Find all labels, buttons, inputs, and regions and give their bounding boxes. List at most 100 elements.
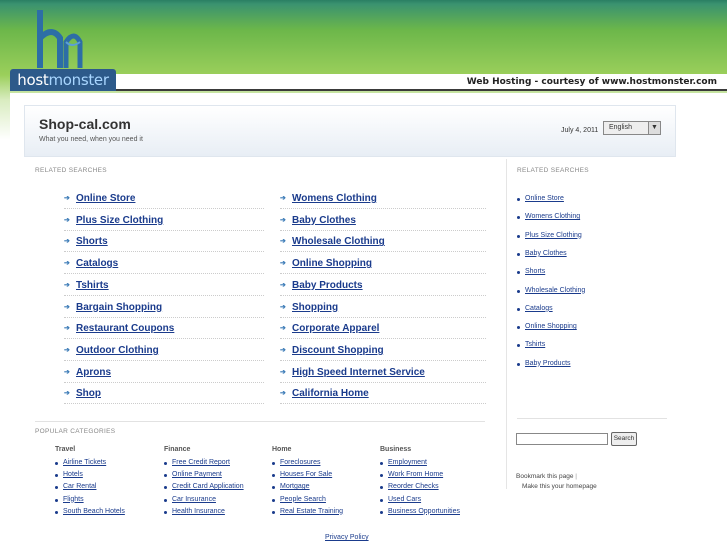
popular-link[interactable]: Airline Tickets <box>63 459 106 466</box>
site-date: July 4, 2011 <box>561 127 599 134</box>
sidebar-link[interactable]: Wholesale Clothing <box>525 287 585 294</box>
sidebar-link[interactable]: Tshirts <box>525 341 545 348</box>
site-tagline: What you need, when you need it <box>39 136 143 143</box>
courtesy-bar[interactable]: Web Hosting - courtesy of www.hostmonste… <box>116 74 727 91</box>
popular-link[interactable]: Employment <box>388 459 427 466</box>
arrow-right-icon: ➔ <box>64 281 70 289</box>
related-search-link[interactable]: ➔ Shop <box>64 384 264 405</box>
bookmark-label: Bookmark this page <box>516 473 574 480</box>
hostmonster-logo-text[interactable]: hostmonster <box>10 69 116 91</box>
related-search-link[interactable]: ➔ California Home <box>280 384 486 405</box>
popular-link[interactable]: Used Cars <box>388 496 421 503</box>
related-search-label: Tshirts <box>76 279 109 291</box>
arrow-right-icon: ➔ <box>280 260 286 268</box>
chevron-down-icon[interactable]: ▼ <box>648 122 660 134</box>
popular-link[interactable]: Real Estate Training <box>280 508 343 515</box>
bullet-icon <box>517 344 520 348</box>
arrow-right-icon: ➔ <box>64 216 70 224</box>
popular-link[interactable]: Online Payment <box>172 471 222 478</box>
bullet-icon <box>272 474 275 478</box>
popular-link[interactable]: South Beach Hotels <box>63 508 125 515</box>
search-button[interactable]: Search <box>611 432 637 446</box>
popular-link[interactable]: Foreclosures <box>280 459 320 466</box>
related-search-link[interactable]: ➔ Restaurant Coupons <box>64 319 264 340</box>
related-search-label: Restaurant Coupons <box>76 323 175 335</box>
page: Shop-cal.com What you need, when you nee… <box>10 93 727 545</box>
arrow-right-icon: ➔ <box>64 195 70 202</box>
popular-link[interactable]: Hotels <box>63 471 83 478</box>
language-select[interactable]: English ▼ <box>603 121 661 135</box>
related-search-link[interactable]: ➔ Bargain Shopping <box>64 298 264 318</box>
sidebar-link[interactable]: Baby Products <box>525 360 571 367</box>
bullet-icon <box>517 271 520 275</box>
arrow-right-icon: ➔ <box>64 260 70 268</box>
popular-link[interactable]: Business Opportunities <box>388 508 460 515</box>
related-search-link[interactable]: ➔ Baby Clothes <box>280 211 486 231</box>
arrow-right-icon: ➔ <box>280 216 286 224</box>
arrow-right-icon: ➔ <box>64 238 70 246</box>
bullet-icon <box>517 362 520 366</box>
privacy-policy-link[interactable]: Privacy Policy <box>325 534 369 541</box>
sidebar-link[interactable]: Catalogs <box>525 305 553 312</box>
bullet-icon <box>272 486 275 490</box>
arrow-right-icon: ➔ <box>280 195 286 202</box>
popular-link[interactable]: Free Credit Report <box>172 459 230 466</box>
sidebar-link[interactable]: Womens Clothing <box>525 213 580 220</box>
popular-link[interactable]: Work From Home <box>388 471 443 478</box>
bullet-icon <box>164 474 167 478</box>
bullet-icon <box>272 462 275 465</box>
related-search-link[interactable]: ➔ Corporate Apparel <box>280 319 486 340</box>
related-search-label: Discount Shopping <box>292 344 384 356</box>
arrow-right-icon: ➔ <box>64 325 70 333</box>
sidebar-link[interactable]: Plus Size Clothing <box>525 232 582 239</box>
related-search-link[interactable]: ➔ Catalogs <box>64 254 264 275</box>
popular-link[interactable]: Car Insurance <box>172 496 216 503</box>
related-search-link[interactable]: ➔ Shopping <box>280 298 486 318</box>
related-search-link[interactable]: ➔ Outdoor Clothing <box>64 341 264 361</box>
popular-link[interactable]: Credit Card Application <box>172 483 244 490</box>
sidebar-link[interactable]: Online Store <box>525 195 564 202</box>
sidebar-label: RELATED SEARCHES <box>517 167 589 174</box>
related-search-link[interactable]: ➔ Online Store <box>64 189 264 209</box>
popular-link[interactable]: Flights <box>63 496 84 503</box>
related-search-link[interactable]: ➔ Womens Clothing <box>280 189 486 209</box>
related-search-link[interactable]: ➔ High Speed Internet Service <box>280 363 486 383</box>
related-search-link[interactable]: ➔ Wholesale Clothing <box>280 232 486 253</box>
sidebar-link[interactable]: Shorts <box>525 268 545 275</box>
related-search-label: Wholesale Clothing <box>292 236 385 248</box>
arrow-right-icon: ➔ <box>280 238 286 246</box>
popular-link[interactable]: People Search <box>280 496 326 503</box>
popular-link[interactable]: Reorder Checks <box>388 483 439 490</box>
search-input[interactable] <box>516 433 608 445</box>
related-search-link[interactable]: ➔ Tshirts <box>64 276 264 296</box>
site-header: Shop-cal.com What you need, when you nee… <box>24 105 676 157</box>
sidebar-link[interactable]: Baby Clothes <box>525 250 567 257</box>
related-search-link[interactable]: ➔ Plus Size Clothing <box>64 211 264 231</box>
popular-link[interactable]: Car Rental <box>63 483 96 490</box>
divider <box>35 421 485 422</box>
popular-group-title: Finance <box>164 446 191 453</box>
popular-link[interactable]: Houses For Sale <box>280 471 332 478</box>
sidebar-link[interactable]: Online Shopping <box>525 323 577 330</box>
popular-link[interactable]: Health Insurance <box>172 508 225 515</box>
homepage-link[interactable]: Make this your homepage <box>522 483 597 490</box>
related-search-label: Online Store <box>76 193 136 204</box>
related-searches-label: RELATED SEARCHES <box>35 167 107 174</box>
bullet-icon <box>164 462 167 465</box>
bullet-icon <box>164 486 167 490</box>
popular-link[interactable]: Mortgage <box>280 483 310 490</box>
arrow-right-icon: ➔ <box>280 303 286 311</box>
related-search-link[interactable]: ➔ Discount Shopping <box>280 341 486 361</box>
related-search-label: Plus Size Clothing <box>76 214 164 226</box>
related-search-link[interactable]: ➔ Shorts <box>64 232 264 253</box>
bookmark-link[interactable]: Bookmark this page | <box>516 473 577 480</box>
bullet-icon <box>517 234 520 238</box>
related-search-link[interactable]: ➔ Aprons <box>64 363 264 383</box>
bullet-icon <box>517 252 520 256</box>
related-search-link[interactable]: ➔ Online Shopping <box>280 254 486 275</box>
arrow-right-icon: ➔ <box>280 368 286 376</box>
related-search-link[interactable]: ➔ Baby Products <box>280 276 486 296</box>
related-search-label: California Home <box>292 388 369 400</box>
bullet-icon <box>517 198 520 201</box>
header: hostmonster Web Hosting - courtesy of ww… <box>0 0 727 92</box>
